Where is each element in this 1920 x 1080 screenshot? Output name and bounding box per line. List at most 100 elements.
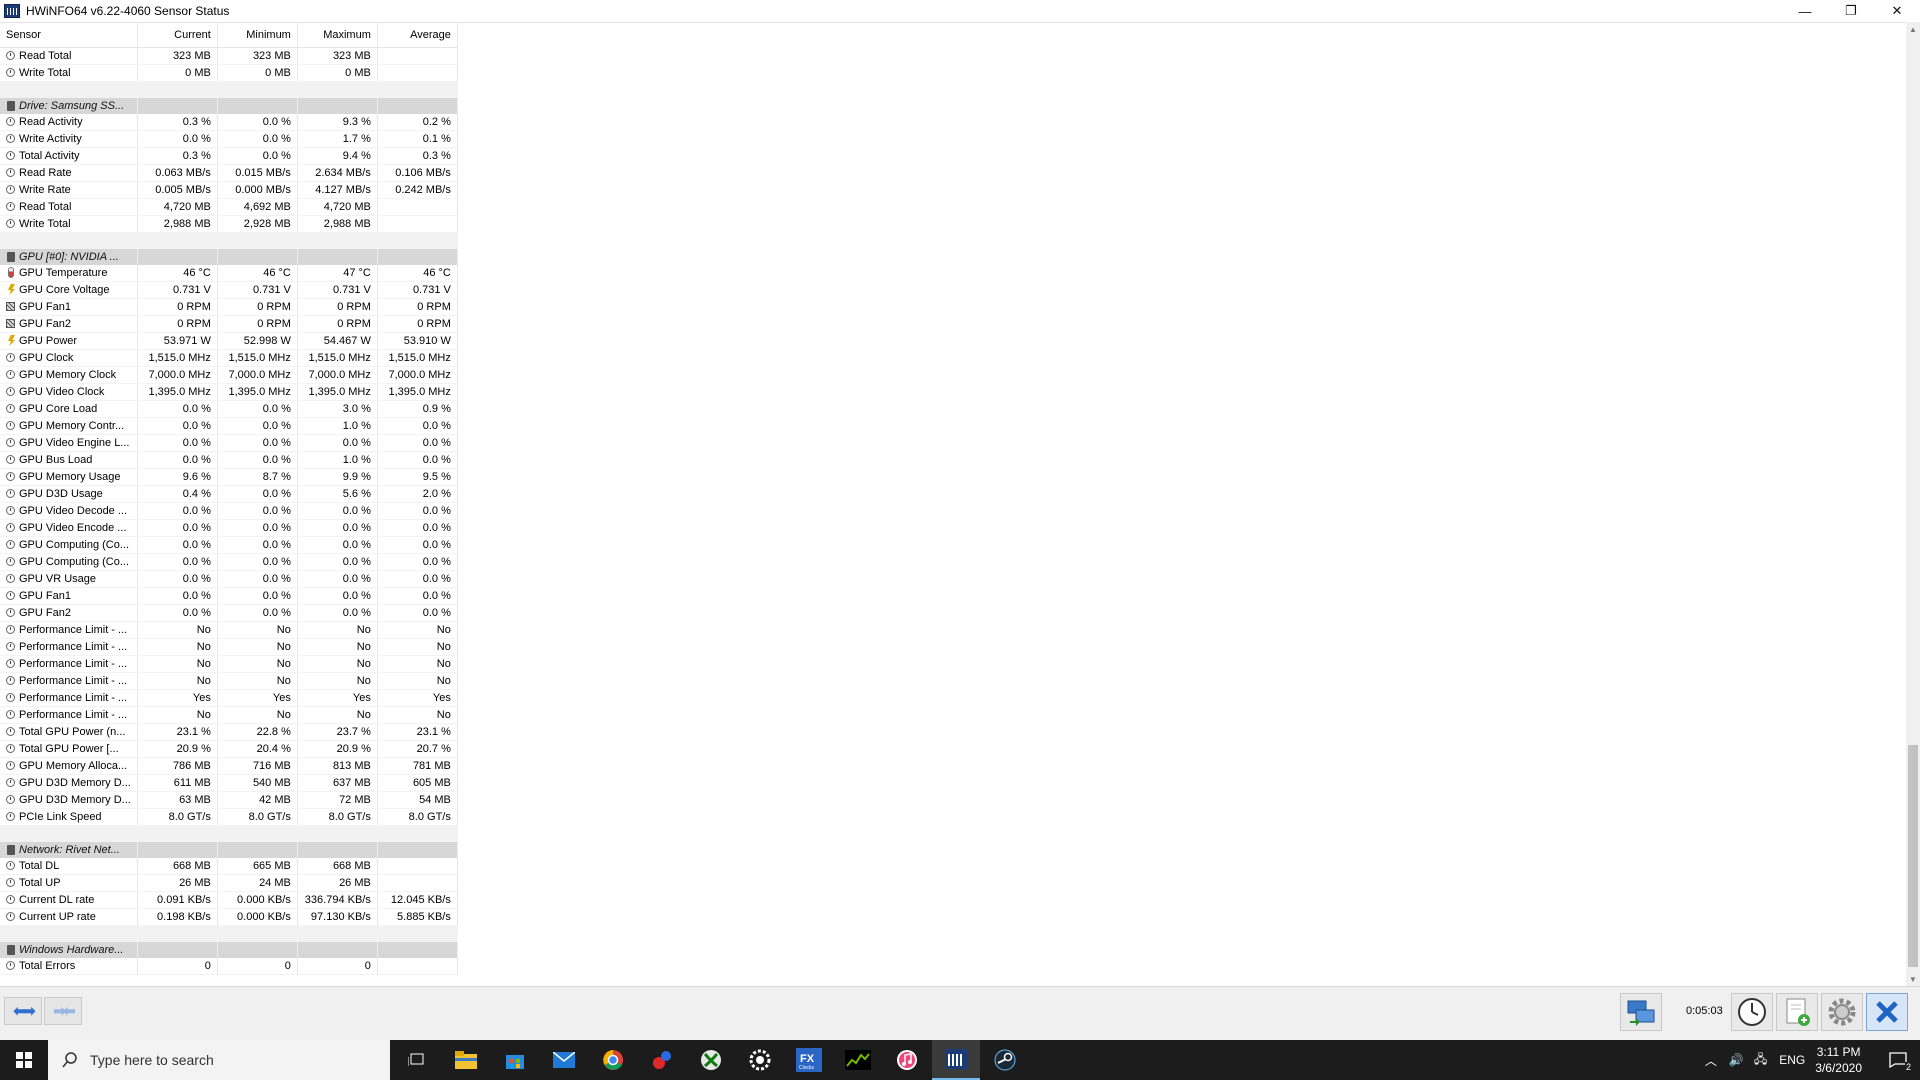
sensor-row[interactable]: GPU Computing (Co... 0.0 % 0.0 % 0.0 % 0.0 %	[0, 553, 458, 571]
sensor-row[interactable]: Read Total 4,720 MB 4,692 MB 4,720 MB	[0, 198, 458, 216]
navigate-collapse-button[interactable]: ➡⬅	[44, 997, 82, 1025]
sensor-row[interactable]: Performance Limit - ... No No No No	[0, 621, 458, 639]
sensor-row[interactable]: GPU D3D Usage 0.4 % 0.0 % 5.6 % 2.0 %	[0, 485, 458, 503]
reset-clock-button[interactable]	[1731, 993, 1773, 1031]
sensor-row[interactable]: GPU Video Clock 1,395.0 MHz 1,395.0 MHz 1,3…	[0, 383, 458, 401]
column-header-maximum[interactable]: Maximum	[297, 23, 378, 48]
column-header-current[interactable]: Current	[137, 23, 218, 48]
sensor-row[interactable]: Performance Limit - ... No No No No	[0, 655, 458, 673]
sensor-row[interactable]: Performance Limit - ... Yes Yes Yes Yes	[0, 689, 458, 707]
sensor-row[interactable]: GPU D3D Memory D... 611 MB 540 MB 637 MB 605…	[0, 774, 458, 792]
column-header-average[interactable]: Average	[377, 23, 458, 48]
sensor-row[interactable]: Total Errors 0 0 0	[0, 958, 458, 975]
sensor-row[interactable]: Write Rate 0.005 MB/s 0.000 MB/s 4.127 MB/s…	[0, 181, 458, 199]
current-value: 7,000.0 MHz	[137, 366, 218, 384]
taskbar-nvidia[interactable]	[834, 1040, 882, 1080]
sensor-group-header[interactable]: Network: Rivet Net...	[0, 842, 458, 858]
sensor-row[interactable]: Read Rate 0.063 MB/s 0.015 MB/s 2.634 MB/s 0…	[0, 164, 458, 182]
sensor-row[interactable]: GPU Fan2 0.0 % 0.0 % 0.0 % 0.0 %	[0, 604, 458, 622]
close-button[interactable]: ✕	[1874, 0, 1920, 22]
sensor-row[interactable]: Performance Limit - ... No No No No	[0, 638, 458, 656]
sensor-row[interactable]: Write Total 0 MB 0 MB 0 MB	[0, 64, 458, 82]
minimize-button[interactable]: —	[1782, 0, 1828, 22]
sensor-row[interactable]: Read Total 323 MB 323 MB 323 MB	[0, 47, 458, 65]
sensor-row[interactable]: Read Activity 0.3 % 0.0 % 9.3 % 0.2 %	[0, 114, 458, 131]
sensor-group-header[interactable]: Drive: Samsung SS...	[0, 98, 458, 114]
taskbar-app-red-blue[interactable]	[638, 1040, 686, 1080]
sensor-row[interactable]: GPU Fan2 0 RPM 0 RPM 0 RPM 0 RPM	[0, 315, 458, 333]
navigate-left-right-button[interactable]: ⬅➡	[4, 997, 42, 1025]
volume-icon[interactable]: 🔊	[1729, 1053, 1744, 1067]
logging-button[interactable]	[1776, 993, 1818, 1031]
network-icon[interactable]: 🖧	[1754, 1050, 1767, 1071]
sensor-row[interactable]: Total Activity 0.3 % 0.0 % 9.4 % 0.3 %	[0, 147, 458, 165]
sensor-group-header[interactable]: Windows Hardware...	[0, 942, 458, 958]
sensor-row[interactable]: GPU Computing (Co... 0.0 % 0.0 % 0.0 % 0.0 %	[0, 536, 458, 554]
sensor-row[interactable]: GPU Power 53.971 W 52.998 W 54.467 W 53.910 …	[0, 332, 458, 350]
sensor-row[interactable]: GPU Clock 1,515.0 MHz 1,515.0 MHz 1,515.0 M…	[0, 349, 458, 367]
sensor-row[interactable]: Total UP 26 MB 24 MB 26 MB	[0, 874, 458, 892]
taskbar-chrome[interactable]	[589, 1040, 637, 1080]
sensor-row[interactable]: Total GPU Power (n... 23.1 % 22.8 % 23.7 % 2…	[0, 723, 458, 741]
taskbar-file-explorer[interactable]	[442, 1040, 490, 1080]
sensor-name-cell: Performance Limit - ...	[0, 706, 138, 724]
sensor-row[interactable]: GPU Core Voltage 0.731 V 0.731 V 0.731 V 0.7…	[0, 281, 458, 299]
sensor-row[interactable]: GPU Bus Load 0.0 % 0.0 % 1.0 % 0.0 %	[0, 451, 458, 469]
sensor-row[interactable]: GPU Memory Usage 9.6 % 8.7 % 9.9 % 9.5 %	[0, 468, 458, 486]
taskbar-mail[interactable]	[540, 1040, 588, 1080]
scrollbar-thumb[interactable]	[1908, 745, 1918, 967]
sensor-row[interactable]: GPU Fan1 0 RPM 0 RPM 0 RPM 0 RPM	[0, 298, 458, 316]
sensor-row[interactable]: Performance Limit - ... No No No No	[0, 672, 458, 690]
sensor-row[interactable]: Write Activity 0.0 % 0.0 % 1.7 % 0.1 %	[0, 130, 458, 148]
minimum-value: 0.0 %	[217, 114, 298, 131]
sensor-row[interactable]: Current DL rate 0.091 KB/s 0.000 KB/s 336.7…	[0, 891, 458, 909]
taskbar-steelseries[interactable]	[736, 1040, 784, 1080]
taskbar-itunes[interactable]	[883, 1040, 931, 1080]
sensor-row[interactable]: GPU Fan1 0.0 % 0.0 % 0.0 % 0.0 %	[0, 587, 458, 605]
sensor-row[interactable]: GPU Video Engine L... 0.0 % 0.0 % 0.0 % 0.0 …	[0, 434, 458, 452]
vertical-scrollbar[interactable]: ▲ ▼	[1906, 22, 1920, 986]
sensor-group-header[interactable]: GPU [#0]: NVIDIA ...	[0, 249, 458, 265]
taskbar-clock[interactable]: 3:11 PM 3/6/2020	[1815, 1044, 1862, 1076]
sensor-row[interactable]: Total DL 668 MB 665 MB 668 MB	[0, 858, 458, 875]
taskbar-steam[interactable]	[981, 1040, 1029, 1080]
action-center-button[interactable]: 2	[1876, 1040, 1920, 1080]
restore-button[interactable]: ❐	[1828, 0, 1874, 22]
sensor-row[interactable]: Write Total 2,988 MB 2,928 MB 2,988 MB	[0, 215, 458, 233]
sensor-row[interactable]: GPU Video Encode ... 0.0 % 0.0 % 0.0 % 0.0 %	[0, 519, 458, 537]
taskbar-hwinfo[interactable]	[932, 1040, 980, 1080]
sensor-row[interactable]: GPU Memory Clock 7,000.0 MHz 7,000.0 MHz 7,…	[0, 366, 458, 384]
sensor-row[interactable]: GPU Temperature 46 °C 46 °C 47 °C 46 °C	[0, 265, 458, 282]
taskbar-xbox[interactable]	[687, 1040, 735, 1080]
current-value: No	[137, 638, 218, 656]
taskbar-store[interactable]	[491, 1040, 539, 1080]
title-bar[interactable]: HWiNFO64 v6.22-4060 Sensor Status — ❐ ✕	[0, 0, 1920, 22]
current-value: 26 MB	[137, 874, 218, 892]
sensor-row[interactable]: GPU Memory Alloca... 786 MB 716 MB 813 MB 78…	[0, 757, 458, 775]
taskbar-search-box[interactable]: Type here to search	[48, 1040, 390, 1080]
start-button[interactable]	[0, 1040, 48, 1080]
spacer-cell	[137, 825, 218, 842]
sensor-row[interactable]: GPU D3D Memory D... 63 MB 42 MB 72 MB 54 MB	[0, 791, 458, 809]
show-hidden-icons-chevron-icon[interactable]: ︿	[1705, 1052, 1717, 1069]
sensor-row[interactable]: Current UP rate 0.198 KB/s 0.000 KB/s 97.13…	[0, 908, 458, 926]
settings-button[interactable]	[1821, 993, 1863, 1031]
scroll-up-icon[interactable]: ▲	[1906, 22, 1920, 36]
sensor-row[interactable]: GPU Memory Contr... 0.0 % 0.0 % 1.0 % 0.0 %	[0, 417, 458, 435]
exit-button[interactable]	[1866, 993, 1908, 1031]
column-header-minimum[interactable]: Minimum	[217, 23, 298, 48]
sensor-row[interactable]: GPU Video Decode ... 0.0 % 0.0 % 0.0 % 0.0 %	[0, 502, 458, 520]
language-indicator[interactable]: ENG	[1779, 1053, 1805, 1067]
sensor-list[interactable]: Sensor Current Minimum Maximum Average R…	[0, 22, 1906, 987]
sensor-row[interactable]: GPU Core Load 0.0 % 0.0 % 3.0 % 0.9 %	[0, 400, 458, 418]
taskbar-fx-clocks[interactable]: FX Clocks	[785, 1040, 833, 1080]
sensor-row[interactable]: Performance Limit - ... No No No No	[0, 706, 458, 724]
column-header-sensor[interactable]: Sensor	[0, 23, 138, 48]
sensor-row[interactable]: Total GPU Power [... 20.9 % 20.4 % 20.9 % 20…	[0, 740, 458, 758]
sensor-name-cell: GPU Clock	[0, 349, 138, 367]
task-view-button[interactable]	[392, 1040, 440, 1080]
network-sync-button[interactable]	[1620, 993, 1662, 1031]
sensor-row[interactable]: PCIe Link Speed 8.0 GT/s 8.0 GT/s 8.0 GT/s 8…	[0, 808, 458, 826]
scroll-down-icon[interactable]: ▼	[1906, 972, 1920, 986]
sensor-row[interactable]: GPU VR Usage 0.0 % 0.0 % 0.0 % 0.0 %	[0, 570, 458, 588]
